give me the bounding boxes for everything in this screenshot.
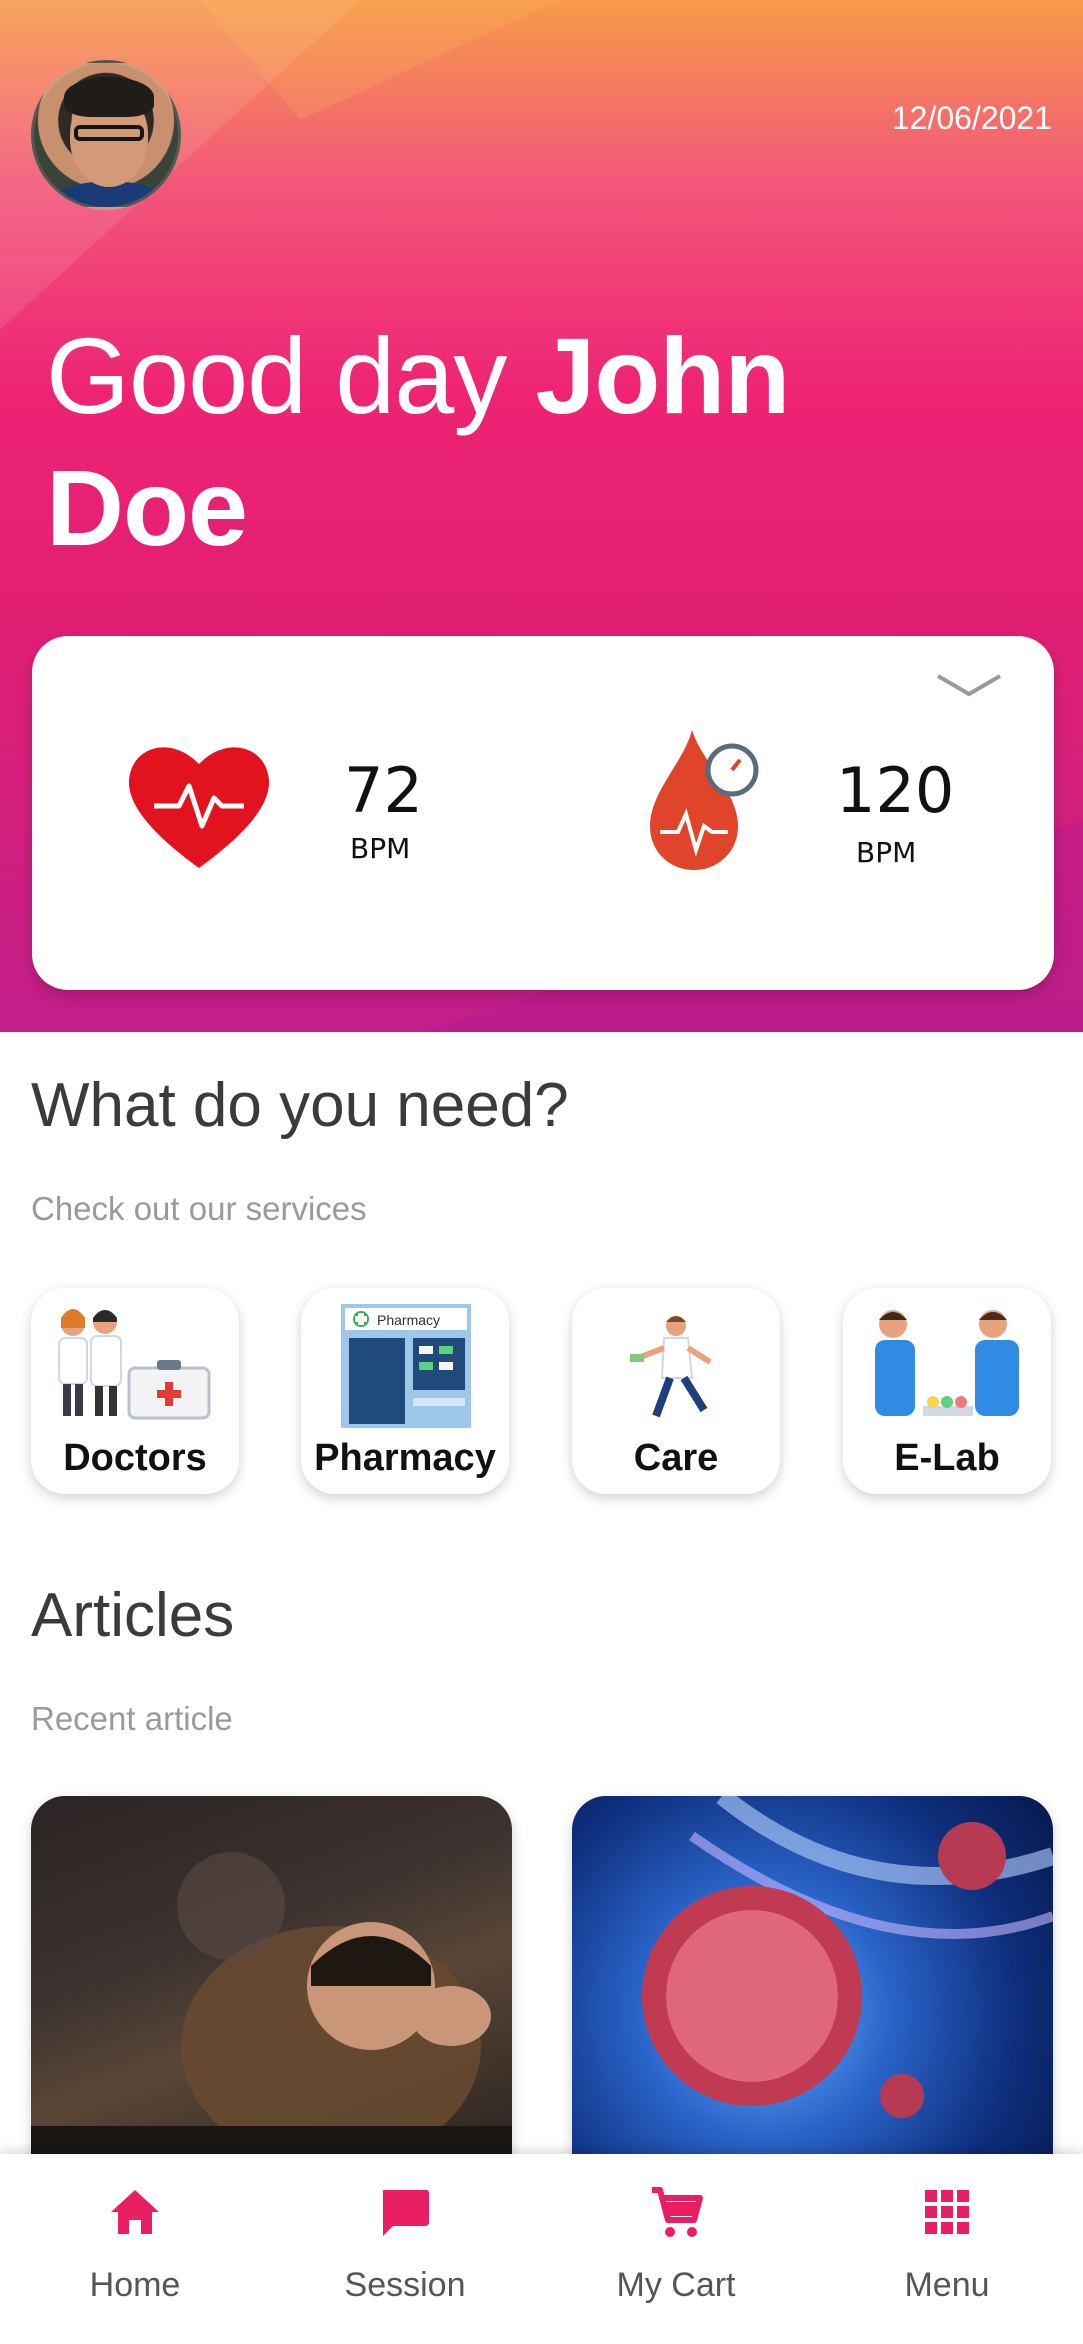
services-subtitle: Check out our services	[31, 1190, 367, 1227]
article-card[interactable]	[31, 1796, 512, 2156]
articles-list	[31, 1796, 1053, 2156]
articles-subtitle: Recent article	[31, 1700, 233, 1737]
care-icon	[630, 1316, 712, 1418]
greeting-title: Good day John Doe	[46, 310, 946, 574]
nav-label-cart: My Cart	[616, 2266, 736, 2304]
vitals-card: 72 BPM 120 BPM	[32, 636, 1054, 990]
pharmacy-icon: Pharmacy	[341, 1304, 471, 1428]
heart-rate-value: 72	[344, 754, 423, 827]
heart-rate-unit: BPM	[350, 832, 411, 865]
service-label: E-Lab	[894, 1437, 1000, 1479]
service-elab[interactable]: E-Lab	[843, 1288, 1051, 1494]
service-label: Pharmacy	[314, 1437, 496, 1479]
grid-menu-icon	[925, 2190, 969, 2234]
article-image	[31, 1852, 512, 2156]
home-icon	[111, 2190, 159, 2234]
chevron-down-icon[interactable]	[934, 670, 1004, 700]
services-title: What do you need?	[31, 1071, 569, 1140]
nav-label-session: Session	[344, 2266, 466, 2304]
services-list: Doctors Pharmacy Pharmacy Care E-Lab	[31, 1288, 1061, 1498]
service-pharmacy[interactable]: Pharmacy Pharmacy	[301, 1288, 509, 1494]
service-care[interactable]: Care	[572, 1288, 780, 1494]
service-label: Doctors	[63, 1437, 207, 1479]
service-label: Care	[633, 1437, 719, 1479]
blood-pressure-value: 120	[836, 754, 955, 827]
nav-session[interactable]: Session	[270, 2154, 540, 2344]
blood-pressure-unit: BPM	[856, 836, 917, 869]
nav-menu[interactable]: Menu	[812, 2154, 1082, 2344]
nav-cart[interactable]: My Cart	[541, 2154, 811, 2344]
articles-title: Articles	[31, 1581, 235, 1650]
user-first-name: John	[535, 315, 790, 436]
article-image	[642, 1796, 1053, 2118]
service-doctors[interactable]: Doctors	[31, 1288, 239, 1494]
nav-label-home: Home	[89, 2266, 181, 2304]
lab-icon	[875, 1310, 1019, 1416]
doctors-icon	[58, 1309, 211, 1420]
heart-pulse-icon	[128, 747, 270, 868]
greeting-prefix: Good day	[46, 315, 507, 436]
bottom-navigation: Home Session My Cart Menu	[0, 2154, 1083, 2344]
pharmacy-sign: Pharmacy	[377, 1312, 440, 1328]
nav-label-menu: Menu	[904, 2266, 990, 2304]
article-card[interactable]	[572, 1796, 1053, 2156]
current-date: 12/06/2021	[891, 100, 1052, 136]
blood-drop-gauge-icon	[650, 730, 759, 870]
user-last-name: Doe	[46, 447, 248, 568]
nav-home[interactable]: Home	[0, 2154, 270, 2344]
user-avatar[interactable]	[31, 60, 181, 210]
cart-icon	[652, 2187, 703, 2237]
chat-icon	[383, 2190, 429, 2236]
